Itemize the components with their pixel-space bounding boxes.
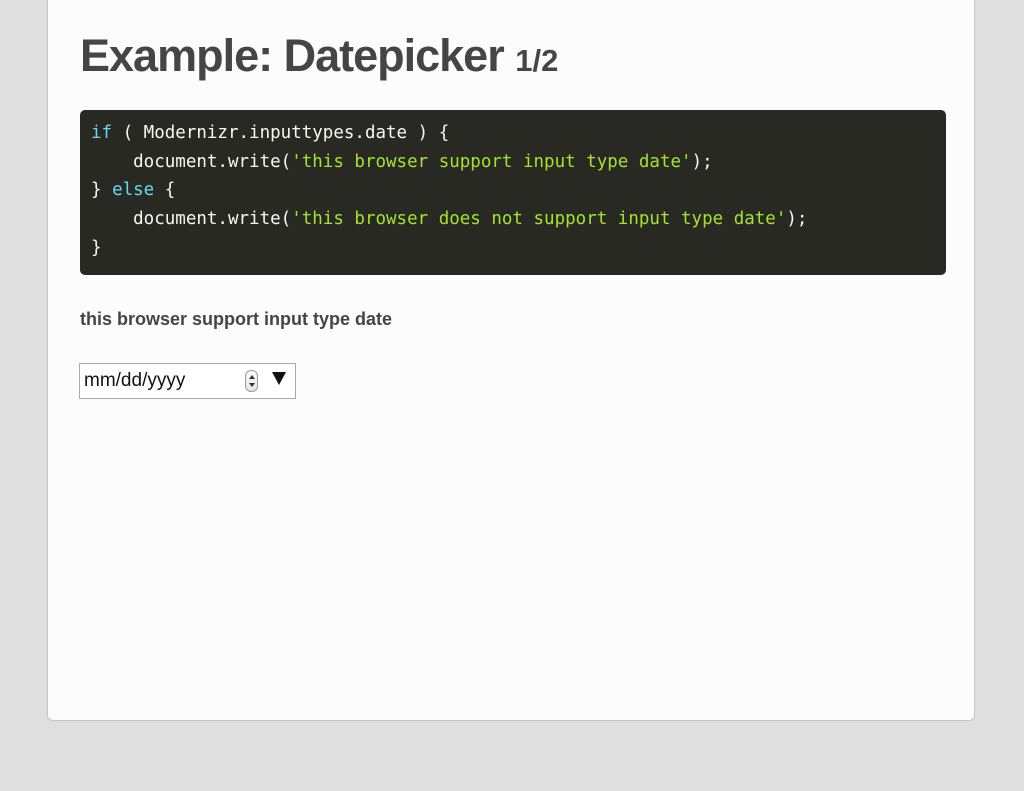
code-token: ); bbox=[691, 151, 713, 172]
slide-title: Example: Datepicker 1/2 bbox=[80, 30, 558, 82]
code-line: if ( Modernizr.inputtypes.date ) { bbox=[91, 119, 946, 148]
triangle-down-icon[interactable] bbox=[272, 372, 286, 385]
code-line: document.write('this browser does not su… bbox=[91, 205, 946, 234]
code-keyword: if bbox=[91, 123, 113, 143]
slide-counter: 1/2 bbox=[515, 43, 559, 78]
date-input-value[interactable]: mm/dd/yyyy bbox=[84, 370, 185, 392]
code-block: if ( Modernizr.inputtypes.date ) { docum… bbox=[80, 110, 946, 275]
code-token: } bbox=[91, 180, 113, 201]
code-token: ( Modernizr.inputtypes.date ) { bbox=[112, 123, 450, 143]
slide: Example: Datepicker 1/2 if ( Modernizr.i… bbox=[47, 0, 975, 721]
code-string: 'this browser does not support input typ… bbox=[291, 209, 787, 230]
code-string: 'this browser support input type date' bbox=[291, 151, 692, 172]
spinner-up-arrow-icon[interactable] bbox=[249, 375, 255, 379]
slide-title-text: Example: Datepicker bbox=[80, 30, 505, 81]
spinner-down-arrow-icon[interactable] bbox=[249, 383, 255, 387]
code-line: } else { bbox=[91, 176, 946, 205]
date-input[interactable]: mm/dd/yyyy bbox=[79, 363, 296, 399]
code-token: } bbox=[91, 237, 102, 258]
code-token: { bbox=[154, 180, 176, 201]
output-text: this browser support input type date bbox=[80, 309, 393, 329]
up-down-spinner-icon[interactable] bbox=[245, 370, 258, 392]
code-token: document.write( bbox=[91, 151, 292, 172]
code-token: document.write( bbox=[91, 209, 292, 230]
code-line: } bbox=[91, 234, 946, 263]
code-token: ); bbox=[786, 209, 808, 230]
code-line: document.write('this browser support inp… bbox=[91, 148, 946, 177]
code-keyword: else bbox=[112, 180, 155, 201]
